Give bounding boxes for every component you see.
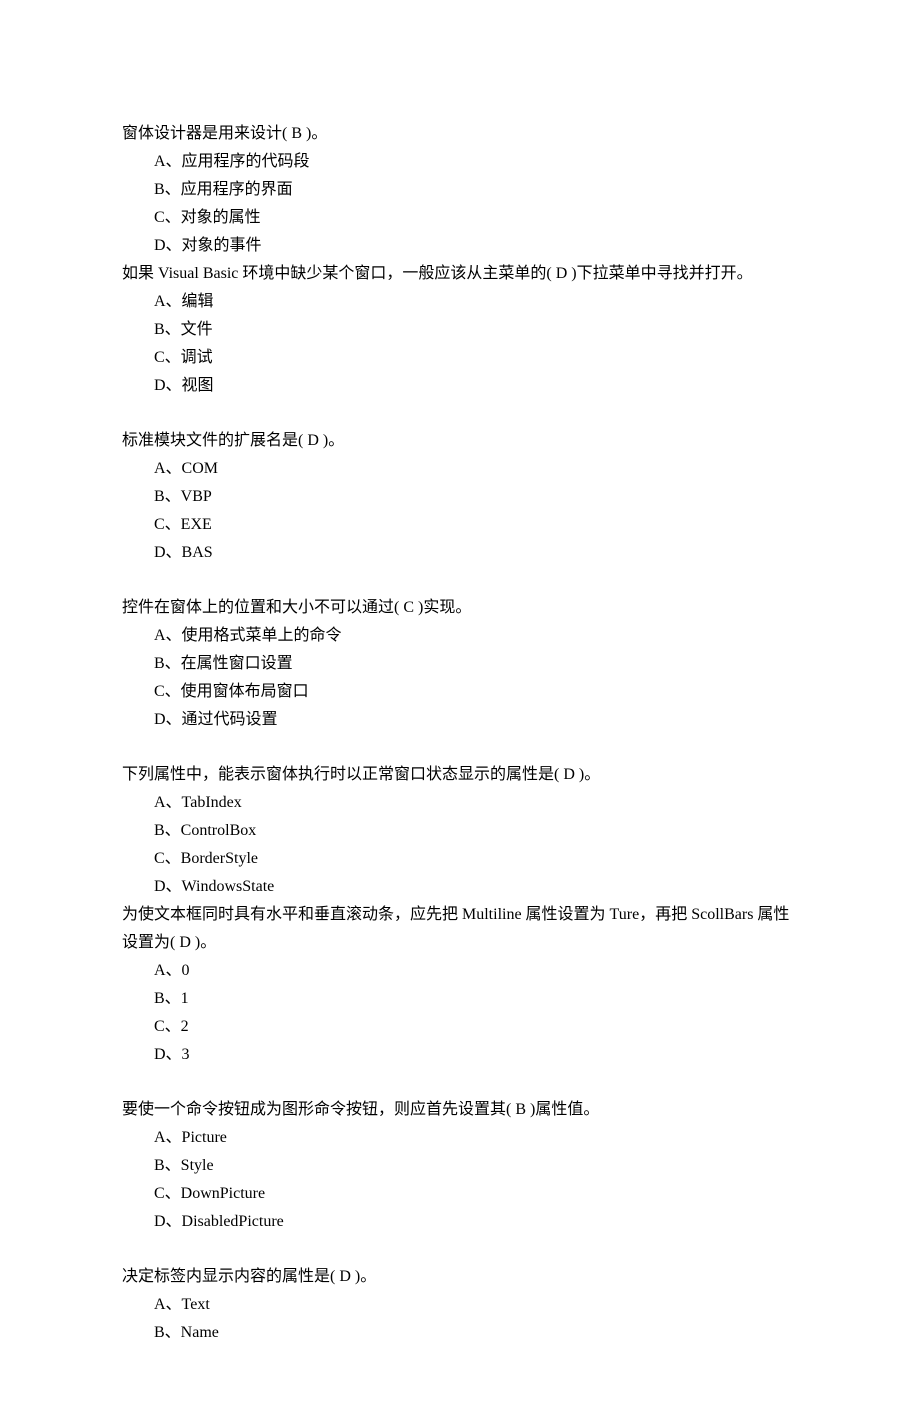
option: A、使用格式菜单上的命令 bbox=[122, 622, 800, 650]
option: A、编辑 bbox=[122, 288, 800, 316]
question-text: 如果 Visual Basic 环境中缺少某个窗口，一般应该从主菜单的( D )… bbox=[122, 260, 800, 288]
question-block: 如果 Visual Basic 环境中缺少某个窗口，一般应该从主菜单的( D )… bbox=[122, 260, 800, 400]
option: A、Picture bbox=[122, 1124, 800, 1152]
option: B、Style bbox=[122, 1152, 800, 1180]
option: C、BorderStyle bbox=[122, 845, 800, 873]
question-block: 为使文本框同时具有水平和垂直滚动条，应先把 Multiline 属性设置为 Tu… bbox=[122, 901, 800, 1069]
option: B、ControlBox bbox=[122, 817, 800, 845]
document-content: 窗体设计器是用来设计( B )。A、应用程序的代码段B、应用程序的界面C、对象的… bbox=[122, 120, 800, 1347]
question-text: 下列属性中，能表示窗体执行时以正常窗口状态显示的属性是( D )。 bbox=[122, 761, 800, 789]
option: D、视图 bbox=[122, 372, 800, 400]
option: A、TabIndex bbox=[122, 789, 800, 817]
option: C、DownPicture bbox=[122, 1180, 800, 1208]
spacer bbox=[122, 1236, 800, 1263]
option: C、对象的属性 bbox=[122, 204, 800, 232]
option: C、2 bbox=[122, 1013, 800, 1041]
option: B、在属性窗口设置 bbox=[122, 650, 800, 678]
question-block: 标准模块文件的扩展名是( D )。A、COMB、VBPC、EXED、BAS bbox=[122, 427, 800, 567]
question-block: 控件在窗体上的位置和大小不可以通过( C )实现。A、使用格式菜单上的命令B、在… bbox=[122, 594, 800, 734]
spacer bbox=[122, 400, 800, 427]
question-block: 下列属性中，能表示窗体执行时以正常窗口状态显示的属性是( D )。A、TabIn… bbox=[122, 761, 800, 901]
option: D、通过代码设置 bbox=[122, 706, 800, 734]
option: D、对象的事件 bbox=[122, 232, 800, 260]
question-block: 窗体设计器是用来设计( B )。A、应用程序的代码段B、应用程序的界面C、对象的… bbox=[122, 120, 800, 260]
option: D、WindowsState bbox=[122, 873, 800, 901]
option: B、应用程序的界面 bbox=[122, 176, 800, 204]
option: C、EXE bbox=[122, 511, 800, 539]
question-text: 决定标签内显示内容的属性是( D )。 bbox=[122, 1263, 800, 1291]
question-text: 要使一个命令按钮成为图形命令按钮，则应首先设置其( B )属性值。 bbox=[122, 1096, 800, 1124]
option: C、使用窗体布局窗口 bbox=[122, 678, 800, 706]
option: D、DisabledPicture bbox=[122, 1208, 800, 1236]
option: B、Name bbox=[122, 1319, 800, 1347]
option: D、BAS bbox=[122, 539, 800, 567]
spacer bbox=[122, 567, 800, 594]
question-block: 要使一个命令按钮成为图形命令按钮，则应首先设置其( B )属性值。A、Pictu… bbox=[122, 1096, 800, 1236]
option: D、3 bbox=[122, 1041, 800, 1069]
option: B、文件 bbox=[122, 316, 800, 344]
question-text: 标准模块文件的扩展名是( D )。 bbox=[122, 427, 800, 455]
option: C、调试 bbox=[122, 344, 800, 372]
option: A、COM bbox=[122, 455, 800, 483]
question-text: 控件在窗体上的位置和大小不可以通过( C )实现。 bbox=[122, 594, 800, 622]
spacer bbox=[122, 734, 800, 761]
spacer bbox=[122, 1069, 800, 1096]
option: A、Text bbox=[122, 1291, 800, 1319]
question-text: 为使文本框同时具有水平和垂直滚动条，应先把 Multiline 属性设置为 Tu… bbox=[122, 901, 800, 957]
option: A、0 bbox=[122, 957, 800, 985]
question-text: 窗体设计器是用来设计( B )。 bbox=[122, 120, 800, 148]
option: A、应用程序的代码段 bbox=[122, 148, 800, 176]
option: B、1 bbox=[122, 985, 800, 1013]
option: B、VBP bbox=[122, 483, 800, 511]
question-block: 决定标签内显示内容的属性是( D )。A、TextB、Name bbox=[122, 1263, 800, 1347]
